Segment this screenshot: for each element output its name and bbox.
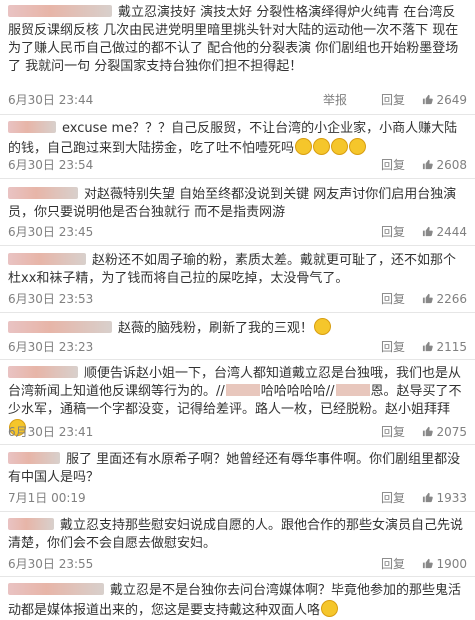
like-count: 2115 <box>436 340 467 354</box>
comment-time: 7月1日 00:19 <box>8 491 86 505</box>
like-button[interactable]: 2649 <box>422 92 467 108</box>
like-count: 2608 <box>436 158 467 172</box>
comment-time: 6月30日 23:53 <box>8 292 94 306</box>
comment-meta: 6月30日 23:54 回复 2608 <box>8 157 467 173</box>
like-button[interactable]: 1933 <box>422 490 467 506</box>
like-button[interactable]: 1900 <box>422 556 467 572</box>
comment-time: 6月30日 23:44 <box>8 93 94 107</box>
comment-item: 戴立忍演技好 演技太好 分裂性格演绎得炉火纯青 在台湾反服贸反课纲反核 几次由民… <box>0 4 475 76</box>
reply-button[interactable]: 回复 <box>381 339 405 355</box>
comment-time: 6月30日 23:23 <box>8 340 94 354</box>
reply-button[interactable]: 回复 <box>381 224 405 240</box>
divider <box>0 511 475 512</box>
comment-text: excuse me？？？自己反服贸，不让台湾的小企业家，小商人赚大陆的钱，自己跑… <box>8 121 458 156</box>
thumbs-up-icon <box>423 226 434 237</box>
username-blurred[interactable] <box>8 121 56 133</box>
reply-button[interactable]: 回复 <box>381 424 405 440</box>
thumbs-up-icon <box>423 492 434 503</box>
comment-meta: 6月30日 23:44 举报 回复 2649 <box>8 92 467 108</box>
comment-text: 赵薇的脑残粉，刷新了我的三观！ <box>118 321 314 336</box>
comment-text-wrap: 服了 里面还有水原希子啊？她曾经还有辱华事件啊。你们剧组里都没有中国人是吗？ <box>8 451 467 487</box>
username-blurred[interactable] <box>8 518 54 530</box>
divider <box>0 359 475 360</box>
like-count: 1900 <box>436 557 467 571</box>
like-count: 2649 <box>436 93 467 107</box>
thumbs-up-icon <box>423 341 434 352</box>
like-button[interactable]: 2608 <box>422 157 467 173</box>
comment-item: 赵薇的脑残粉，刷新了我的三观！ <box>0 318 475 338</box>
comment-item: excuse me？？？自己反服贸，不让台湾的小企业家，小商人赚大陆的钱，自己跑… <box>0 120 475 158</box>
divider <box>0 245 475 246</box>
reply-button[interactable]: 回复 <box>381 490 405 506</box>
smiley-emoji-icon <box>295 138 313 155</box>
smiley-emoji-icon <box>349 138 367 155</box>
username-blurred[interactable] <box>8 321 112 333</box>
username-blurred[interactable] <box>8 583 104 595</box>
like-button[interactable]: 2115 <box>422 339 467 355</box>
blurred-username-inline[interactable] <box>225 384 260 396</box>
comment-time: 6月30日 23:45 <box>8 225 94 239</box>
smiley-emoji-icon <box>313 138 331 155</box>
thumbs-up-icon <box>423 426 434 437</box>
comment-text: 服了 里面还有水原希子啊？她曾经还有辱华事件啊。你们剧组里都没有中国人是吗？ <box>8 452 461 485</box>
comment-list: 戴立忍演技好 演技太好 分裂性格演绎得炉火纯青 在台湾反服贸反课纲反核 几次由民… <box>0 0 475 619</box>
comment-text-wrap: 戴立忍支持那些慰安妇说成自愿的人。跟他合作的那些女演员自己先说清楚，你们会不会自… <box>8 517 467 553</box>
comment-text-wrap: 戴立忍是不是台独你去问台湾媒体啊？毕竟他参加的那些鬼活动都是媒体报道出来的，您这… <box>8 582 467 620</box>
reply-button[interactable]: 回复 <box>381 92 405 108</box>
reply-button[interactable]: 回复 <box>381 291 405 307</box>
username-blurred[interactable] <box>8 253 86 265</box>
smiley-emoji-icon <box>331 138 349 155</box>
like-count: 1933 <box>436 491 467 505</box>
comment-text: 戴立忍支持那些慰安妇说成自愿的人。跟他合作的那些女演员自己先说清楚，你们会不会自… <box>8 518 464 551</box>
smiley-emoji-icon <box>314 318 332 335</box>
comment-item: 戴立忍是不是台独你去问台湾媒体啊？毕竟他参加的那些鬼活动都是媒体报道出来的，您这… <box>0 582 475 620</box>
comment-time: 6月30日 23:55 <box>8 557 94 571</box>
comment-meta: 7月1日 00:19 回复 1933 <box>8 490 467 506</box>
divider <box>0 444 475 445</box>
divider <box>0 312 475 313</box>
divider <box>0 178 475 179</box>
comment-meta: 6月30日 23:55 回复 1900 <box>8 556 467 572</box>
comment-item: 服了 里面还有水原希子啊？她曾经还有辱华事件啊。你们剧组里都没有中国人是吗？ <box>0 451 475 487</box>
divider <box>0 114 475 115</box>
reply-button[interactable]: 回复 <box>381 157 405 173</box>
report-button[interactable]: 举报 <box>323 92 347 108</box>
username-blurred[interactable] <box>8 452 60 464</box>
comment-time: 6月30日 23:41 <box>8 425 94 439</box>
like-button[interactable]: 2075 <box>422 424 467 440</box>
reply-button[interactable]: 回复 <box>381 556 405 572</box>
comment-text-wrap: 赵薇的脑残粉，刷新了我的三观！ <box>8 318 467 338</box>
username-blurred[interactable] <box>8 187 78 199</box>
blurred-username-inline[interactable] <box>335 384 370 396</box>
comment-text-wrap: excuse me？？？自己反服贸，不让台湾的小企业家，小商人赚大陆的钱，自己跑… <box>8 120 467 158</box>
like-count: 2075 <box>436 425 467 439</box>
smiley-emoji-icon <box>321 600 339 617</box>
thumbs-up-icon <box>423 159 434 170</box>
comment-meta: 6月30日 23:53 回复 2266 <box>8 291 467 307</box>
comment-time: 6月30日 23:54 <box>8 158 94 172</box>
thumbs-up-icon <box>423 94 434 105</box>
comment-item: 戴立忍支持那些慰安妇说成自愿的人。跟他合作的那些女演员自己先说清楚，你们会不会自… <box>0 517 475 553</box>
comment-item: 对赵薇特别失望 自始至终都没说到关键 网友声讨你们启用台独演员，你只要说明他是否… <box>0 186 475 222</box>
like-count: 2266 <box>436 292 467 306</box>
thumbs-up-icon <box>423 558 434 569</box>
like-count: 2444 <box>436 225 467 239</box>
comment-text-wrap: 对赵薇特别失望 自始至终都没说到关键 网友声讨你们启用台独演员，你只要说明他是否… <box>8 186 467 222</box>
comment-text-part: 哈哈哈哈哈// <box>260 384 335 399</box>
comment-text-wrap: 赵粉还不如周子瑜的粉，素质太差。戴就更可耻了，还不如那个杜xx和袜子精，为了钱而… <box>8 252 467 288</box>
comment-text-wrap: 戴立忍演技好 演技太好 分裂性格演绎得炉火纯青 在台湾反服贸反课纲反核 几次由民… <box>8 4 467 76</box>
username-blurred[interactable] <box>8 5 112 17</box>
divider <box>0 576 475 577</box>
comment-item: 赵粉还不如周子瑜的粉，素质太差。戴就更可耻了，还不如那个杜xx和袜子精，为了钱而… <box>0 252 475 288</box>
comment-meta: 6月30日 23:23 回复 2115 <box>8 339 467 355</box>
thumbs-up-icon <box>423 293 434 304</box>
like-button[interactable]: 2444 <box>422 224 467 240</box>
like-button[interactable]: 2266 <box>422 291 467 307</box>
comment-meta: 6月30日 23:41 回复 2075 <box>8 424 467 440</box>
comment-meta: 6月30日 23:45 回复 2444 <box>8 224 467 240</box>
username-blurred[interactable] <box>8 366 78 378</box>
